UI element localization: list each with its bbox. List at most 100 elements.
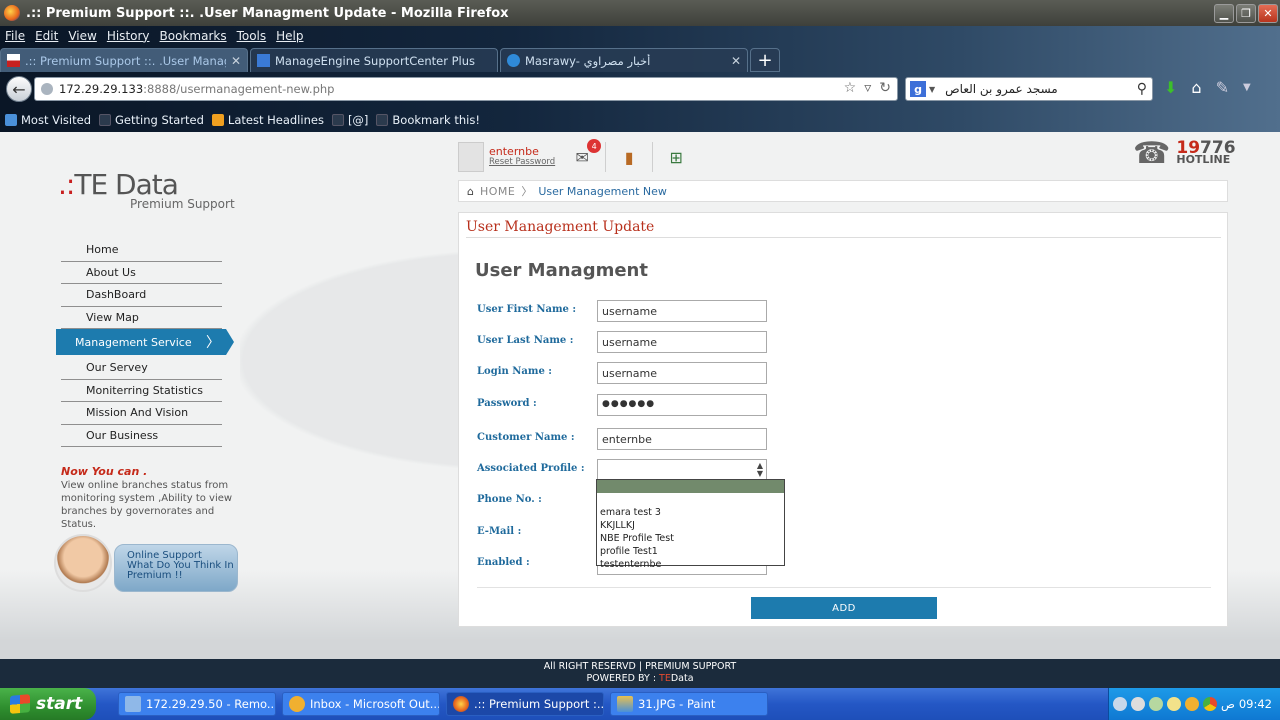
menu-history[interactable]: History <box>107 29 150 43</box>
url-bar[interactable]: 172.29.29.133:8888/usermanagement-new.ph… <box>34 77 898 101</box>
bookmark-label: [@] <box>347 113 369 127</box>
support-line: Premium !! <box>127 570 183 581</box>
messages-icon[interactable]: ✉ 4 <box>569 139 602 170</box>
start-button[interactable]: start <box>0 688 96 720</box>
tray-arrow-icon[interactable] <box>1112 697 1127 711</box>
profile-option[interactable]: testenternbe <box>597 558 784 571</box>
site-identity-icon[interactable] <box>41 83 53 95</box>
menu-view[interactable]: View <box>68 29 96 43</box>
new-tab-button[interactable]: + <box>750 48 780 72</box>
dropdown-arrow-icon[interactable]: ▿ <box>864 80 871 96</box>
sidebar-item-our-business[interactable]: Our Business <box>61 425 222 447</box>
last-name-field[interactable]: username <box>597 331 767 353</box>
window-titlebar: .:: Premium Support ::. .User Managment … <box>0 0 1280 26</box>
bookmark-getting-started[interactable]: Getting Started <box>99 113 204 127</box>
minimize-button[interactable]: ▁ <box>1214 3 1234 23</box>
url-host: 172.29.29.133 <box>59 82 144 96</box>
home-icon[interactable]: ⌂ <box>467 185 474 198</box>
taskbar-item-remote-desktop[interactable]: 172.29.29.50 - Remo... <box>118 692 276 716</box>
tray-network-icon[interactable] <box>1148 697 1163 711</box>
bookmark-at[interactable]: [@] <box>331 113 369 127</box>
profile-option[interactable]: profile Test1 <box>597 545 784 558</box>
engine-dropdown-icon[interactable]: ▼ <box>929 85 935 94</box>
first-name-field[interactable]: username <box>597 300 767 322</box>
profile-option-empty[interactable] <box>597 480 784 493</box>
customer-name-field[interactable]: enternbe <box>597 428 767 450</box>
user-avatar <box>458 142 484 172</box>
taskbar-item-firefox[interactable]: .:: Premium Support :... <box>446 692 604 716</box>
logout-door-icon[interactable]: ▮ <box>616 144 642 170</box>
menu-edit[interactable]: Edit <box>35 29 58 43</box>
add-button[interactable]: ADD <box>751 597 937 619</box>
now-you-can-box: Now You can . View online branches statu… <box>61 465 246 531</box>
associated-profile-select[interactable]: ▲ ▼ <box>597 459 767 481</box>
now-you-can-text: View online branches status from monitor… <box>61 480 233 530</box>
tab-premium-support[interactable]: .:: Premium Support ::. .User Managment … <box>0 48 248 72</box>
sidebar-item-mission-vision[interactable]: Mission And Vision <box>61 402 222 425</box>
addon-icon[interactable]: ✎ <box>1216 78 1229 97</box>
tab-label: Masrawy- أخبار مصراوي <box>525 53 651 68</box>
search-icon[interactable]: ⚲ <box>1137 81 1147 97</box>
bookmark-label: Latest Headlines <box>227 113 324 127</box>
rss-icon <box>211 114 224 126</box>
home-icon[interactable]: ⌂ <box>1191 78 1201 97</box>
tray-help-icon[interactable] <box>1130 697 1145 711</box>
taskbar-item-paint[interactable]: 31.JPG - Paint <box>610 692 768 716</box>
tab-close-icon[interactable]: ✕ <box>731 54 741 68</box>
maximize-button[interactable]: ❐ <box>1236 3 1256 23</box>
bookmark-star-icon[interactable]: ☆ <box>844 80 857 96</box>
last-name-label: User Last Name : <box>477 335 574 346</box>
clock-time[interactable]: 09:42 <box>1239 697 1272 711</box>
sidebar-item-home[interactable]: Home <box>61 239 222 262</box>
tab-close-icon[interactable]: ✕ <box>231 54 241 68</box>
now-you-can-heading: Now You can . <box>61 465 148 478</box>
password-field[interactable]: ●●●●●● <box>597 394 767 416</box>
notification-count-badge: 4 <box>587 139 602 153</box>
add-user-icon[interactable]: ⊞ <box>663 144 689 170</box>
menu-file[interactable]: File <box>5 29 25 43</box>
divider <box>605 142 607 172</box>
reload-icon[interactable]: ↻ <box>879 80 891 96</box>
close-window-button[interactable]: ✕ <box>1258 3 1278 23</box>
profile-option[interactable]: KKJLLKJ <box>597 519 784 532</box>
tray-chrome-icon[interactable] <box>1202 697 1217 711</box>
bookmark-this[interactable]: Bookmark this! <box>376 113 480 127</box>
menu-help[interactable]: Help <box>276 29 303 43</box>
tray-alert-icon[interactable] <box>1166 697 1181 711</box>
chevron-right-icon: 〉 <box>206 335 220 351</box>
page-icon <box>99 114 111 126</box>
divider <box>652 142 654 172</box>
breadcrumb-home[interactable]: HOME <box>480 185 515 198</box>
sidebar-item-about-us[interactable]: About Us <box>61 262 222 284</box>
sidebar-item-our-servey[interactable]: Our Servey <box>61 357 222 380</box>
bookmark-label: Bookmark this! <box>392 113 480 127</box>
google-engine-icon[interactable]: g <box>910 81 926 97</box>
sidebar-item-management-service[interactable]: Management Service 〉 <box>56 329 234 355</box>
download-icon[interactable]: ⬇ <box>1164 78 1177 97</box>
enabled-label: Enabled : <box>477 557 530 568</box>
web-page: .:TE Data Premium Support Home About Us … <box>0 132 1280 659</box>
customer-name-label: Customer Name : <box>477 432 575 443</box>
bookmark-latest-headlines[interactable]: Latest Headlines <box>211 113 324 127</box>
login-name-field[interactable]: username <box>597 362 767 384</box>
tray-outlook-icon[interactable] <box>1184 697 1199 711</box>
sidebar-item-monitoring-statistics[interactable]: Moniterring Statistics <box>61 380 222 402</box>
tab-masrawy[interactable]: Masrawy- أخبار مصراوي ✕ <box>500 48 748 72</box>
profile-option[interactable]: emara test 3 <box>597 506 784 519</box>
online-support-widget[interactable]: Online Support What Do You Think In Prem… <box>54 534 240 592</box>
menu-bookmarks[interactable]: Bookmarks <box>160 29 227 43</box>
reset-password-link[interactable]: Reset Password <box>489 157 555 167</box>
sidebar-item-view-map[interactable]: View Map <box>61 307 222 329</box>
tab-label: ManageEngine SupportCenter Plus <box>275 53 475 68</box>
menu-dropdown-icon[interactable]: ▼ <box>1243 82 1251 93</box>
te-data-logo[interactable]: .:TE Data Premium Support <box>58 168 235 211</box>
taskbar-label: 172.29.29.50 - Remo... <box>146 697 276 711</box>
tab-manageengine[interactable]: ManageEngine SupportCenter Plus <box>250 48 498 72</box>
bookmark-most-visited[interactable]: Most Visited <box>5 113 91 127</box>
menu-tools[interactable]: Tools <box>237 29 267 43</box>
profile-option[interactable]: NBE Profile Test <box>597 532 784 545</box>
back-button[interactable]: ← <box>6 76 32 102</box>
sidebar-item-dashboard[interactable]: DashBoard <box>61 284 222 307</box>
taskbar-item-outlook[interactable]: Inbox - Microsoft Out... <box>282 692 440 716</box>
search-bar[interactable]: g ▼ مسجد عمرو بن العاص ⚲ <box>905 77 1153 101</box>
